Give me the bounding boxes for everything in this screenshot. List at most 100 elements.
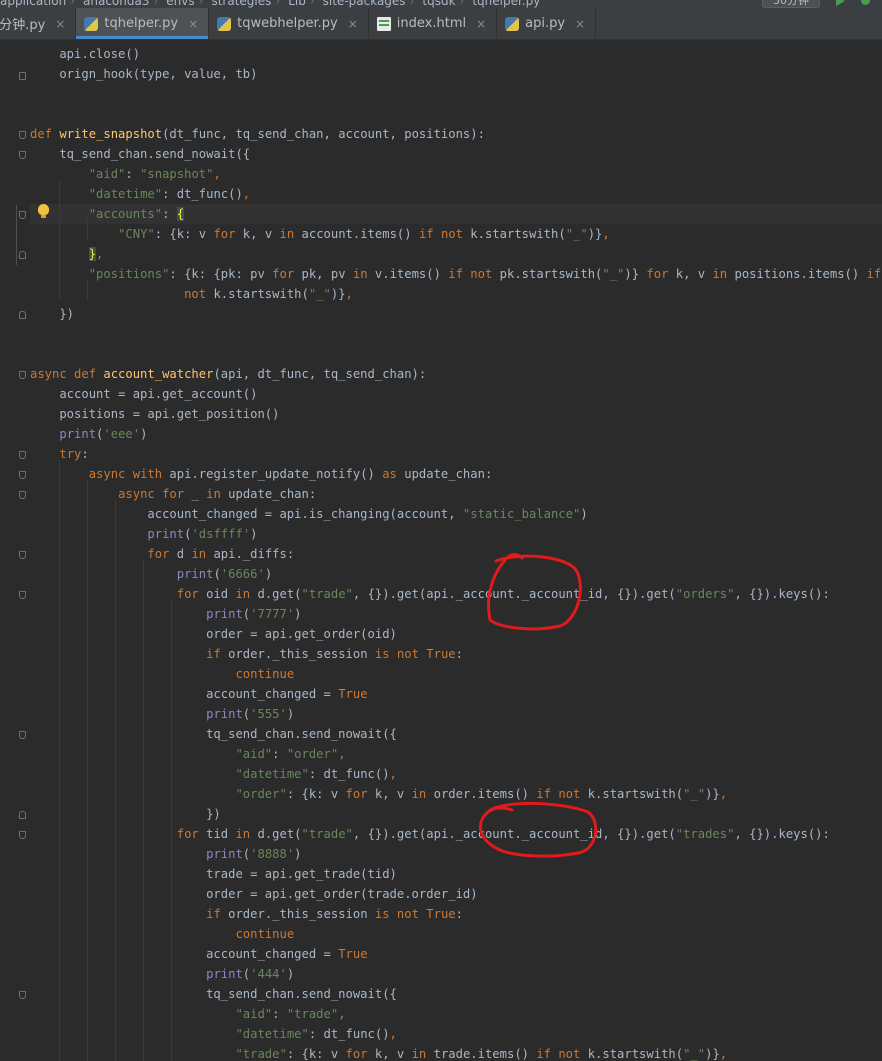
breadcrumb-item[interactable]: anaconda3 — [83, 0, 149, 8]
code-token: : — [81, 447, 89, 461]
fold-marker-icon[interactable] — [19, 831, 26, 839]
code-token: : {k: v — [286, 787, 346, 801]
code-token: positions = api.get_position() — [30, 407, 280, 421]
code-token: k, v — [235, 227, 280, 241]
code-token: account_watcher — [103, 367, 214, 381]
code-token: : — [455, 647, 463, 661]
fold-marker-icon[interactable] — [19, 371, 26, 379]
code-token: for — [646, 267, 669, 281]
breadcrumb-item[interactable]: envs — [166, 0, 194, 8]
code-token: , — [345, 287, 353, 301]
code-token: print — [206, 847, 243, 861]
code-token: api._diffs: — [206, 547, 295, 561]
code-line: }) — [30, 804, 882, 824]
breadcrumb-item[interactable]: tqhelper.py — [472, 0, 540, 8]
code-token: 'eee' — [103, 427, 141, 441]
close-tab-icon[interactable]: × — [575, 17, 585, 31]
code-line: continue — [30, 924, 882, 944]
code-token: '444' — [250, 967, 287, 981]
fold-marker-icon[interactable] — [19, 731, 26, 739]
code-token: , — [338, 747, 346, 761]
code-token: ) — [294, 607, 302, 621]
code-token: account_changed = — [30, 947, 339, 961]
breadcrumb-item[interactable]: strategies — [211, 0, 271, 8]
fold-marker-icon[interactable] — [19, 251, 26, 259]
code-token: in — [352, 267, 368, 281]
fold-marker-icon[interactable] — [19, 211, 26, 219]
code-token: try — [59, 447, 82, 461]
code-token: if not — [536, 787, 581, 801]
code-token: pk.startswith( — [492, 267, 603, 281]
fold-marker-icon[interactable] — [19, 131, 26, 139]
code-line: for oid in d.get("trade", {}).get(api._a… — [30, 584, 882, 604]
code-token: "positions" — [88, 267, 170, 281]
fold-marker-icon[interactable] — [19, 471, 26, 479]
code-token: , — [389, 1027, 397, 1041]
fold-marker-icon[interactable] — [19, 491, 26, 499]
breadcrumb-item[interactable]: tqsdk — [422, 0, 455, 8]
code-token: )} — [705, 1047, 720, 1061]
code-token: '6666' — [220, 567, 265, 581]
code-editor[interactable]: api.close() orign_hook(type, value, tb) d… — [0, 40, 882, 1061]
fold-marker-icon[interactable] — [19, 991, 26, 999]
tab-api-py[interactable]: api.py × — [497, 8, 597, 39]
close-tab-icon[interactable]: × — [188, 17, 198, 31]
code-line: if order._this_session is not True: — [30, 904, 882, 924]
close-tab-icon[interactable]: × — [348, 17, 358, 31]
code-token: : dt_func() — [162, 187, 243, 201]
code-token: for — [345, 1047, 368, 1061]
breadcrumb-separator-icon: › — [153, 0, 159, 8]
fold-marker-icon[interactable] — [19, 72, 26, 80]
run-config-selector[interactable]: 30分钟 — [762, 0, 820, 8]
code-token: print — [206, 607, 243, 621]
close-tab-icon[interactable]: × — [476, 17, 486, 31]
code-token: k, v — [367, 787, 412, 801]
code-line: "datetime": dt_func(), — [30, 1024, 882, 1044]
code-line: try: — [30, 444, 882, 464]
code-token: , — [242, 187, 251, 201]
fold-marker-icon[interactable] — [19, 551, 26, 559]
code-token: not — [184, 287, 207, 301]
tab-label: 0分钟.py — [0, 18, 46, 33]
code-token: tid — [198, 827, 236, 841]
fold-marker-icon[interactable] — [19, 451, 26, 459]
code-token: account.items() — [294, 227, 419, 241]
debug-icon[interactable] — [861, 0, 870, 5]
code-token: True — [338, 687, 368, 701]
fold-marker-icon[interactable] — [19, 311, 26, 319]
tab-tqwebhelper-py[interactable]: tqwebhelper.py × — [209, 8, 369, 39]
breadcrumb-item[interactable]: Lib — [288, 0, 306, 8]
breadcrumb-items: application › anaconda3 › envs › strategies › Li… — [0, 0, 544, 8]
tab-0-py[interactable]: 0分钟.py × — [0, 8, 77, 39]
html-file-icon — [376, 16, 391, 31]
fold-marker-icon[interactable] — [19, 591, 26, 599]
fold-marker-icon[interactable] — [19, 811, 26, 819]
close-tab-icon[interactable]: × — [55, 17, 65, 31]
code-token: '7777' — [250, 607, 295, 621]
run-icon[interactable] — [836, 0, 845, 6]
code-token: ) — [250, 527, 258, 541]
tab-tqhelper-py[interactable]: tqhelper.py × — [76, 8, 210, 39]
code-line: print('6666') — [30, 564, 882, 584]
code-token: orign_hook(type, value, tb) — [30, 67, 258, 81]
code-line: "aid": "snapshot", — [30, 164, 882, 184]
fold-marker-icon[interactable] — [19, 151, 26, 159]
breadcrumb-separator-icon: › — [459, 0, 465, 8]
code-token: ) — [294, 847, 302, 861]
ide-window: application › anaconda3 › envs › strategies › Li… — [0, 0, 882, 1061]
tab-index-html[interactable]: index.html × — [369, 8, 498, 39]
code-line: "accounts": { — [30, 204, 882, 224]
breadcrumb-item[interactable]: site-packages — [323, 0, 406, 8]
code-token: : {k: v — [286, 1047, 346, 1061]
code-token: tq_send_chan.send_nowait({ — [30, 987, 397, 1001]
code-token: if — [866, 267, 882, 281]
code-token: : — [272, 1007, 287, 1021]
breadcrumb-item[interactable]: application — [0, 0, 66, 8]
